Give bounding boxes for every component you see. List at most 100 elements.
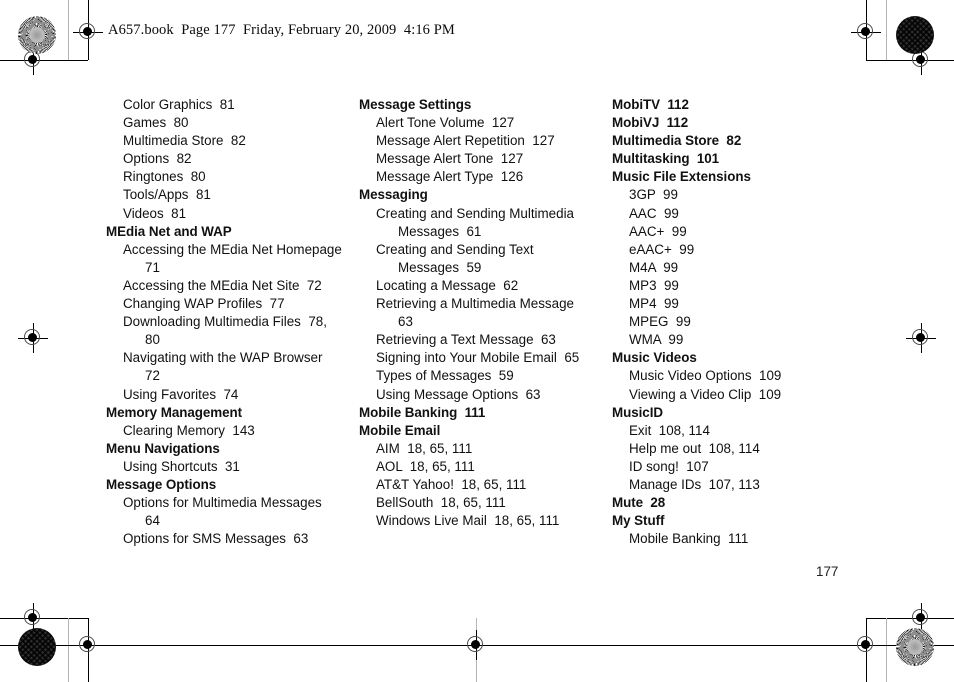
index-entry-continuation: Messages 59 — [398, 259, 482, 275]
crop-rule-top-left — [0, 60, 88, 61]
index-entry-text: 3GP 99 — [629, 187, 678, 203]
index-entry-text: Mute 28 — [612, 495, 666, 511]
index-subentry: Downloading Multimedia Files 78, 80 — [106, 313, 358, 349]
index-subentry: Using Shortcuts 31 — [106, 458, 358, 476]
index-entry-text: MobiTV 112 — [612, 97, 689, 112]
index-entry-text: Ringtones 80 — [123, 169, 206, 185]
index-subentry: WMA 99 — [612, 331, 864, 349]
index-entry-text: Exit 108, 114 — [629, 422, 710, 438]
index-column-3: MobiTV 112 MobiVJ 112 Multimedia Store 82 M… — [612, 96, 864, 548]
index-heading: MusicID — [612, 404, 864, 422]
index-entry-text: Options for SMS Messages 63 — [123, 531, 309, 547]
index-subentry: AT&T Yahoo! 18, 65, 111 — [359, 476, 611, 494]
index-column-1: Color Graphics 81 Games 80 Multimedia Stor… — [106, 96, 358, 548]
index-entry-text: Games 80 — [123, 115, 189, 131]
index-entry-text: Alert Tone Volume 127 — [376, 115, 515, 131]
index-entry-text: MP3 99 — [629, 277, 679, 293]
index-heading: MEdia Net and WAP — [106, 223, 358, 241]
registration-mark-left-middle — [18, 323, 48, 353]
index-entry-text: Downloading Multimedia Files 78, — [123, 314, 327, 330]
index-entry-text: MPEG 99 — [629, 314, 691, 330]
index-entry-text: Types of Messages 59 — [376, 368, 514, 384]
index-entry-text: Retrieving a Text Message 63 — [376, 332, 556, 348]
registration-mark-bottom-center — [461, 630, 491, 660]
index-entry-text: MusicID — [612, 404, 663, 420]
index-subentry: Viewing a Video Clip 109 — [612, 386, 864, 404]
index-subentry: Options for Multimedia Messages 64 — [106, 494, 358, 530]
index-subentry: Options for SMS Messages 63 — [106, 530, 358, 548]
index-subentry: Ringtones 80 — [106, 168, 358, 186]
index-entry-text: AOL 18, 65, 111 — [376, 458, 475, 474]
index-entry-text: Manage IDs 107, 113 — [629, 476, 760, 492]
index-subentry: Creating and Sending Text Messages 59 — [359, 241, 611, 277]
index-subentry: Clearing Memory 143 — [106, 422, 358, 440]
document-header-line: A657.book Page 177 Friday, February 20, … — [108, 22, 455, 38]
crop-rule-right-upper — [866, 0, 867, 60]
index-subentry: Types of Messages 59 — [359, 367, 611, 385]
index-entry-text: Creating and Sending Text — [376, 241, 534, 257]
index-entry-text: Message Options — [106, 476, 217, 492]
index-entry-text: Retrieving a Multimedia Message — [376, 296, 574, 312]
index-entry-text: AIM 18, 65, 111 — [376, 440, 473, 456]
index-entry-continuation: 71 — [145, 259, 160, 275]
index-subentry: Mobile Banking 111 — [612, 530, 864, 548]
index-entry-continuation: Messages 61 — [398, 223, 482, 239]
index-entry-text: Locating a Message 62 — [376, 277, 519, 293]
index-subentry: MP4 99 — [612, 295, 864, 313]
index-entry-text: Creating and Sending Multimedia — [376, 205, 575, 221]
index-subentry: Exit 108, 114 — [612, 422, 864, 440]
index-entry-text: Mobile Banking 111 — [629, 531, 749, 547]
index-entry-text: Using Favorites 74 — [123, 386, 239, 402]
index-subentry: Navigating with the WAP Browser 72 — [106, 349, 358, 385]
index-heading: My Stuff — [612, 512, 864, 530]
index-subentry: Alert Tone Volume 127 — [359, 114, 611, 132]
index-subentry: Options 82 — [106, 150, 358, 168]
registration-mark-right-bottom — [906, 603, 936, 633]
index-subentry: M4A 99 — [612, 259, 864, 277]
index-subentry: AAC+ 99 — [612, 223, 864, 241]
index-entry-text: Navigating with the WAP Browser — [123, 350, 323, 366]
index-subentry: eAAC+ 99 — [612, 241, 864, 259]
index-subentry: Manage IDs 107, 113 — [612, 476, 864, 494]
index-entry-text: Using Message Options 63 — [376, 386, 541, 402]
index-subentry: Tools/Apps 81 — [106, 186, 358, 204]
index-subentry: Windows Live Mail 18, 65, 111 — [359, 512, 611, 530]
trim-rule-bottom-left — [0, 645, 954, 646]
index-subentry: AAC 99 — [612, 205, 864, 223]
index-entry-text: Menu Navigations — [106, 440, 220, 456]
index-entry-text: MEdia Net and WAP — [106, 223, 232, 239]
index-subentry: 3GP 99 — [612, 186, 864, 204]
index-heading: MobiVJ 112 — [612, 114, 864, 132]
index-subentry: Changing WAP Profiles 77 — [106, 295, 358, 313]
registration-mark-left-top — [18, 45, 48, 75]
index-subentry: Music Video Options 109 — [612, 367, 864, 385]
index-entry-text: Using Shortcuts 31 — [123, 458, 240, 474]
index-entry-text: BellSouth 18, 65, 111 — [376, 495, 506, 511]
index-entry-text: Clearing Memory 143 — [123, 422, 255, 438]
index-subentry: Message Alert Type 126 — [359, 168, 611, 186]
index-entry-text: eAAC+ 99 — [629, 241, 695, 257]
index-entry-text: AAC+ 99 — [629, 223, 687, 239]
registration-mark-top-left — [73, 17, 103, 47]
index-heading: Menu Navigations — [106, 440, 358, 458]
index-entry-text: My Stuff — [612, 513, 665, 529]
star-density-target-bottom-right — [896, 628, 934, 666]
index-entry-text: Accessing the MEdia Net Site 72 — [123, 277, 322, 293]
index-heading: Mobile Email — [359, 422, 611, 440]
index-subentry: AIM 18, 65, 111 — [359, 440, 611, 458]
index-subentry: ID song! 107 — [612, 458, 864, 476]
registration-mark-top-right — [851, 17, 881, 47]
crop-rule-right-lower — [866, 618, 867, 682]
index-entry-text: Multitasking 101 — [612, 151, 720, 167]
index-entry-text: Options for Multimedia Messages — [123, 495, 322, 511]
index-heading: Mobile Banking 111 — [359, 404, 611, 422]
index-entry-text: Color Graphics 81 — [123, 97, 235, 112]
index-subentry: Games 80 — [106, 114, 358, 132]
index-entry-text: Accessing the MEdia Net Homepage — [123, 241, 342, 257]
index-subentry: Message Alert Tone 127 — [359, 150, 611, 168]
index-entry-text: Tools/Apps 81 — [123, 187, 211, 203]
page-number: 177 — [816, 564, 839, 579]
index-entry-text: ID song! 107 — [629, 458, 709, 474]
index-column-2: Message Settings Alert Tone Volume 127 Mes… — [359, 96, 611, 530]
index-heading: Multitasking 101 — [612, 150, 864, 168]
